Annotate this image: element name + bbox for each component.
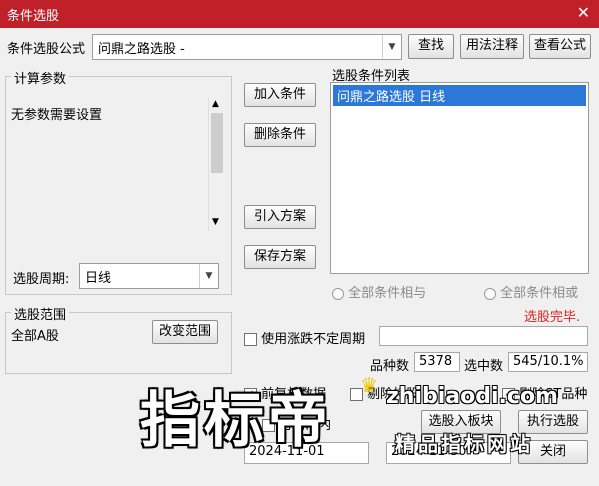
condition-item[interactable]: 问鼎之路选股 日线 xyxy=(333,85,586,106)
add-condition-button[interactable]: 加入条件 xyxy=(244,83,316,107)
crown-icon: ♛ xyxy=(360,373,378,397)
or-radio[interactable]: 全部条件相或 xyxy=(484,282,578,301)
window-title: 条件选股 xyxy=(7,9,60,24)
params-group-title: 计算参数 xyxy=(11,68,70,87)
conditions-list[interactable]: 问鼎之路选股 日线 xyxy=(330,82,589,274)
range-value: 全部A股 xyxy=(11,329,59,344)
save-plan-button[interactable]: 保存方案 xyxy=(244,245,316,269)
period-label: 选股周期: xyxy=(13,272,70,287)
chevron-down-icon[interactable]: ▼ xyxy=(382,35,401,59)
radio-icon[interactable] xyxy=(332,287,344,300)
and-label: 全部条件相与 xyxy=(348,286,427,301)
formula-select[interactable]: 问鼎之路选股 - ▼ xyxy=(92,34,402,60)
find-button[interactable]: 查找 xyxy=(408,34,454,59)
scroll-thumb[interactable] xyxy=(211,113,223,173)
and-radio[interactable]: 全部条件相与 xyxy=(332,282,426,301)
radio-icon[interactable] xyxy=(484,287,496,300)
params-scrollbar[interactable]: ▲ ▼ xyxy=(208,97,225,231)
change-range-button[interactable]: 改变范围 xyxy=(152,320,218,344)
scroll-up-icon[interactable]: ▲ xyxy=(212,99,219,109)
formula-label: 条件选股公式 xyxy=(7,42,86,57)
use-range-period-label: 使用涨跌不定周期 xyxy=(261,332,366,347)
params-message: 无参数需要设置 xyxy=(11,108,103,123)
title-bar: 条件选股 ✕ xyxy=(0,0,599,28)
usage-button[interactable]: 用法注释 xyxy=(460,34,524,59)
selected-value: 545/10.1% xyxy=(508,352,588,372)
view-formula-button[interactable]: 查看公式 xyxy=(529,34,591,59)
selected-label: 选中数 xyxy=(464,359,504,374)
watermark-text: 指标帝 xyxy=(140,386,332,456)
period-select[interactable]: 日线 ▼ xyxy=(79,263,219,289)
status-text: 选股完毕. xyxy=(524,310,581,325)
close-icon[interactable]: ✕ xyxy=(577,3,590,22)
count-value: 5378 xyxy=(414,352,460,372)
range-group-title: 选股范围 xyxy=(11,304,70,323)
period-value: 日线 xyxy=(85,271,112,286)
watermark-slogan: 精品指标网站 xyxy=(395,432,533,456)
chevron-down-icon[interactable]: ▼ xyxy=(199,264,218,288)
checkbox-icon[interactable] xyxy=(244,333,257,346)
range-period-input[interactable] xyxy=(379,326,588,346)
use-range-period-checkbox[interactable]: 使用涨跌不定周期 xyxy=(244,328,365,347)
count-label: 品种数 xyxy=(370,359,410,374)
scroll-down-icon[interactable]: ▼ xyxy=(212,217,219,227)
or-label: 全部条件相或 xyxy=(500,286,579,301)
watermark-url: zhibiaodi.com xyxy=(386,384,558,409)
import-plan-button[interactable]: 引入方案 xyxy=(244,205,316,229)
delete-condition-button[interactable]: 删除条件 xyxy=(244,123,316,147)
formula-value: 问鼎之路选股 - xyxy=(98,42,185,57)
